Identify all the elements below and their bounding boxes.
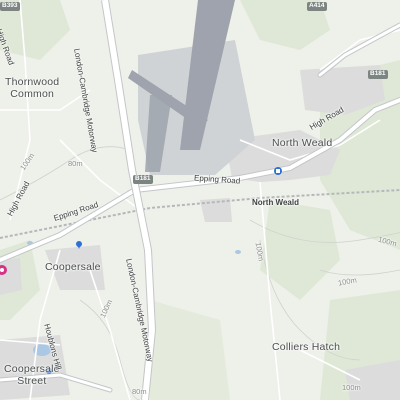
contour-label: 80m bbox=[132, 387, 147, 396]
contour-label: 100m bbox=[342, 383, 361, 392]
contour-label: 80m bbox=[68, 159, 83, 168]
place-label-coopersale[interactable]: Coopersale bbox=[45, 262, 101, 273]
place-label-coopersale-street[interactable]: Coopersale Street bbox=[4, 364, 60, 386]
place-label-colliers-hatch[interactable]: Colliers Hatch bbox=[272, 342, 340, 353]
contour-label: 100m bbox=[253, 241, 266, 262]
road-shield-a414: A414 bbox=[307, 2, 327, 11]
map-canvas[interactable]: B393 A414 B181 B181 Thornwood Common Nor… bbox=[0, 0, 400, 400]
place-label-thornwood-common[interactable]: Thornwood Common bbox=[5, 77, 59, 99]
station-label-north-weald[interactable]: North Weald bbox=[252, 199, 299, 207]
road-shield-b393: B393 bbox=[0, 2, 20, 11]
station-marker-icon[interactable] bbox=[274, 167, 282, 175]
map-base-layer bbox=[0, 0, 400, 400]
road-shield-b181-centre: B181 bbox=[133, 175, 153, 184]
road-shield-b181-east: B181 bbox=[368, 70, 388, 79]
place-label-north-weald[interactable]: North Weald bbox=[272, 138, 332, 149]
airfield bbox=[128, 0, 255, 175]
